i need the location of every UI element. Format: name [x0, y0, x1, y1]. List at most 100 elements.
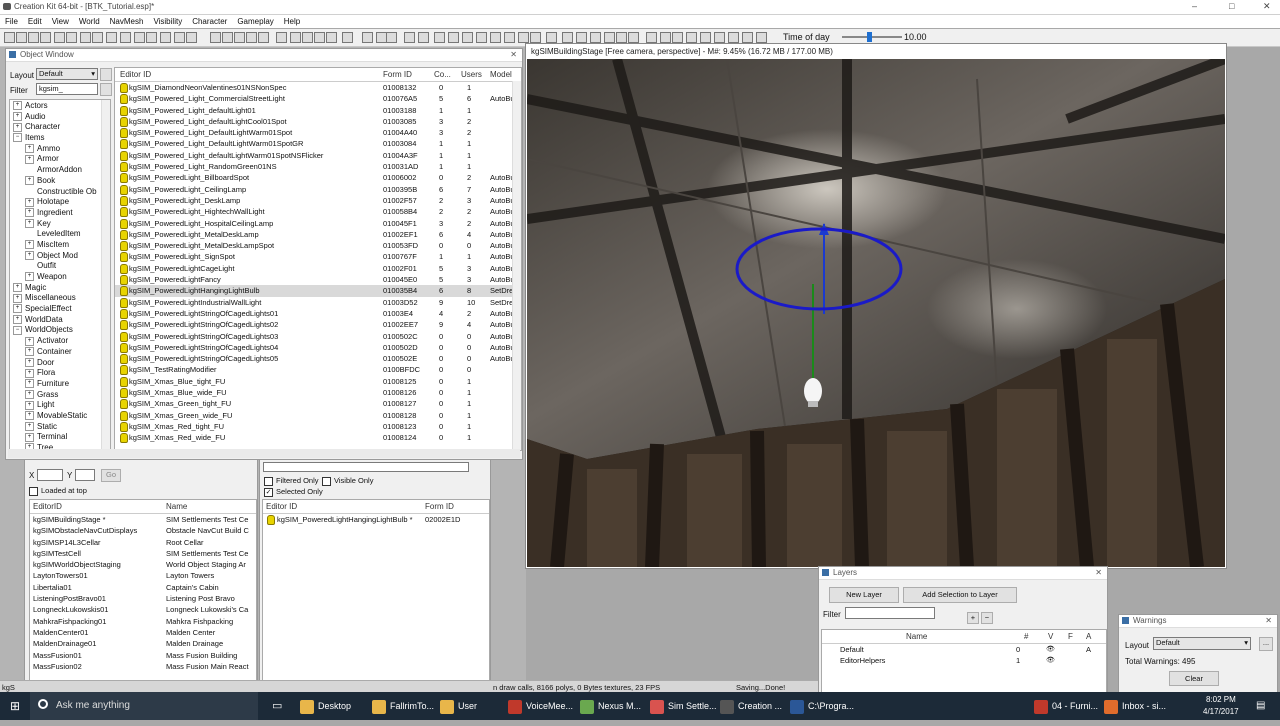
layers-close-icon[interactable]: ✕ — [1095, 567, 1102, 579]
layer-active[interactable]: A — [1086, 645, 1091, 654]
expand-icon[interactable]: + — [25, 208, 34, 218]
tree-item[interactable]: + Holotape — [13, 197, 110, 208]
object-row[interactable]: kgSIM_PoweredLight_HightechWallLight 0100… — [115, 206, 521, 218]
object-row[interactable]: kgSIM_Xmas_Green_tight_FU 01008127 0 1 — [115, 398, 521, 410]
expand-icon[interactable]: + — [25, 176, 34, 186]
tree-item[interactable]: + Key — [13, 219, 110, 230]
warnings-close-icon[interactable]: ✕ — [1265, 615, 1272, 627]
toolbar-tool-icon[interactable] — [222, 32, 233, 43]
tree-item[interactable]: + Ingredient — [13, 208, 110, 219]
loaded-at-top-checkbox[interactable]: Loaded at top — [29, 486, 87, 496]
col-layer-visible[interactable]: V — [1048, 632, 1053, 641]
toolbar-tool-icon[interactable] — [530, 32, 541, 43]
eye-icon[interactable]: 👁 — [1046, 656, 1055, 664]
cell-row[interactable]: kgSIMBuildingStage * SIM Settlements Test… — [30, 514, 256, 525]
expand-icon[interactable]: + — [25, 389, 34, 399]
toolbar-tool-icon[interactable] — [210, 32, 221, 43]
object-row[interactable]: kgSIM_PoweredLight_HospitalCeilingLamp 01… — [115, 218, 521, 229]
taskbar-app-item[interactable]: Inbox - si... — [1104, 692, 1166, 720]
tree-item[interactable]: − Items — [13, 133, 110, 144]
expand-icon[interactable]: + — [13, 315, 22, 325]
toolbar-tool-icon[interactable] — [590, 32, 601, 43]
menu-character[interactable]: Character — [187, 15, 232, 26]
object-row[interactable]: kgSIM_Powered_Light_defaultLightCool01Sp… — [115, 116, 521, 127]
expand-icon[interactable]: + — [13, 293, 22, 303]
cell-row[interactable]: MassFusion01 Mass Fusion Building — [30, 650, 256, 661]
layout-menu-button[interactable] — [100, 68, 112, 81]
toolbar-tool-icon[interactable] — [246, 32, 257, 43]
toolbar-tool-icon[interactable] — [728, 32, 739, 43]
col-form-id[interactable]: Form ID — [425, 502, 454, 511]
expand-icon[interactable]: + — [13, 283, 22, 293]
maximize-button[interactable]: □ — [1229, 1, 1234, 11]
filtered-only-checkbox[interactable]: Filtered Only — [264, 476, 319, 486]
cell-row[interactable]: LaytonTowers01 Layton Towers — [30, 570, 256, 581]
tree-item[interactable]: ArmorAddon — [13, 165, 110, 176]
toolbar-tool-icon[interactable] — [66, 32, 77, 43]
expand-icon[interactable]: + — [25, 240, 34, 250]
tree-item[interactable]: − WorldObjects — [13, 325, 110, 336]
expand-icon[interactable]: + — [13, 304, 22, 314]
toolbar-tool-icon[interactable] — [628, 32, 639, 43]
toolbar-tool-icon[interactable] — [742, 32, 753, 43]
toolbar-tool-icon[interactable] — [160, 32, 171, 43]
clear-warnings-button[interactable]: Clear — [1169, 671, 1219, 686]
x-coordinate-input[interactable] — [37, 469, 63, 481]
menu-help[interactable]: Help — [279, 15, 305, 26]
toolbar-tool-icon[interactable] — [672, 32, 683, 43]
toolbar-tool-icon[interactable] — [106, 32, 117, 43]
expand-icon[interactable]: + — [25, 144, 34, 154]
toolbar-tool-icon[interactable] — [462, 32, 473, 43]
toolbar-tool-icon[interactable] — [276, 32, 287, 43]
toolbar-tool-icon[interactable] — [518, 32, 529, 43]
toolbar-tool-icon[interactable] — [326, 32, 337, 43]
tree-item[interactable]: + WorldData — [13, 315, 110, 326]
expand-icon[interactable]: + — [25, 197, 34, 207]
toolbar-tool-icon[interactable] — [40, 32, 51, 43]
cell-row[interactable]: MassFusion02 Mass Fusion Main React — [30, 661, 256, 672]
tree-item[interactable]: + Ammo — [13, 144, 110, 155]
expand-icon[interactable]: + — [25, 357, 34, 367]
toolbar-tool-icon[interactable] — [546, 32, 557, 43]
object-row[interactable]: kgSIM_Powered_Light_DefaultLightWarm01Sp… — [115, 127, 521, 139]
taskbar-app-item[interactable]: FallrimTo... — [372, 692, 434, 720]
collapse-icon[interactable]: − — [13, 133, 22, 143]
toolbar-tool-icon[interactable] — [646, 32, 657, 43]
object-row[interactable]: kgSIM_PoweredLightStringOfCagedLights03 0… — [115, 331, 521, 342]
col-form-id[interactable]: Form ID — [383, 70, 412, 79]
tree-item[interactable]: + Light — [13, 400, 110, 411]
layout-select[interactable]: Default ▾ — [36, 68, 98, 80]
taskbar-app-item[interactable]: Creation ... — [720, 692, 782, 720]
toolbar-tool-icon[interactable] — [686, 32, 697, 43]
taskbar-app-item[interactable]: C:\Progra... — [790, 692, 854, 720]
object-row[interactable]: kgSIM_PoweredLight_SignSpot 0100767F 1 1 Aut… — [115, 251, 521, 263]
object-row[interactable]: kgSIM_PoweredLightHangingLightBulb 010035… — [115, 285, 521, 297]
toolbar-tool-icon[interactable] — [120, 32, 131, 43]
toolbar-tool-icon[interactable] — [504, 32, 515, 43]
cell-row[interactable]: ListeningPostBravo01 Listening Post Bravo — [30, 593, 256, 604]
notifications-icon[interactable]: ▤ — [1256, 692, 1265, 720]
tree-item[interactable]: + Static — [13, 422, 110, 433]
expand-icon[interactable]: + — [25, 411, 34, 421]
object-row[interactable]: kgSIM_PoweredLightStringOfCagedLights04 0… — [115, 342, 521, 353]
toolbar-tool-icon[interactable] — [146, 32, 157, 43]
eye-icon[interactable]: 👁 — [1046, 645, 1055, 653]
toolbar-tool-icon[interactable] — [418, 32, 429, 43]
cell-row[interactable]: kgSIMWorldObjectStaging World Object Stag… — [30, 559, 256, 570]
col-layer-active[interactable]: A — [1086, 632, 1091, 641]
collapse-icon[interactable]: − — [13, 325, 22, 335]
start-icon[interactable]: ⊞ — [10, 692, 20, 720]
tree-item[interactable]: + Furniture — [13, 379, 110, 390]
object-row[interactable]: kgSIM_Xmas_Blue_wide_FU 01008126 0 1 — [115, 387, 521, 399]
toolbar-tool-icon[interactable] — [362, 32, 373, 43]
taskbar-app-item[interactable]: User — [440, 692, 477, 720]
expand-icon[interactable]: + — [25, 379, 34, 389]
object-row[interactable]: kgSIM_PoweredLight_CeilingLamp 0100395B 6 7… — [115, 184, 521, 195]
object-row[interactable]: kgSIM_Powered_Light_DefaultLightWarm01Sp… — [115, 138, 521, 150]
filter-clear-button[interactable] — [100, 83, 112, 96]
time-of-day-slider-thumb[interactable] — [867, 32, 872, 42]
col-layer-frozen[interactable]: F — [1068, 632, 1073, 641]
tree-item[interactable]: + Grass — [13, 390, 110, 401]
expand-icon[interactable]: + — [25, 218, 34, 228]
expand-icon[interactable]: + — [25, 432, 34, 442]
